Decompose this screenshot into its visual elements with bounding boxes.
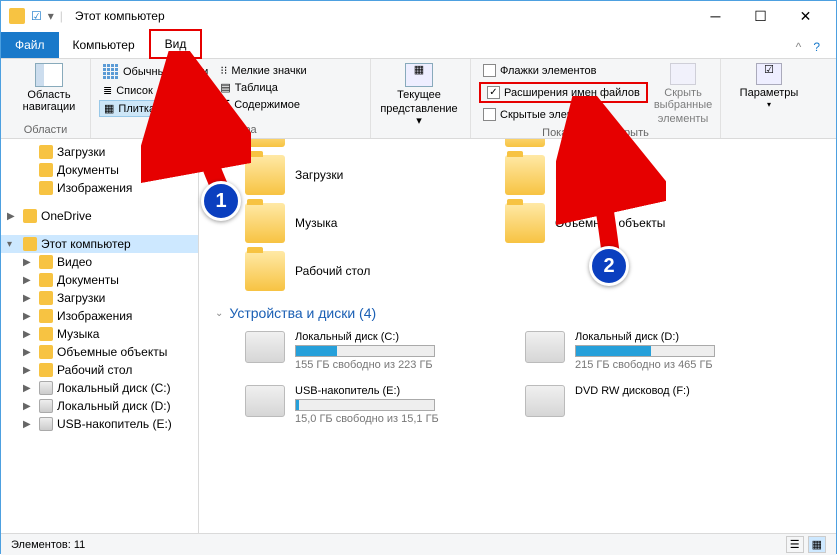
nav-item[interactable]: ▶Рабочий стол xyxy=(1,361,198,379)
checkbox-icon xyxy=(483,64,496,77)
navigation-pane-label: Область навигации xyxy=(9,89,89,113)
ribbon: Область навигации Области Обычные значки… xyxy=(1,59,836,139)
drive-icon xyxy=(245,331,285,363)
view-tiles-icon[interactable]: ▦ xyxy=(808,536,826,553)
nav-item[interactable]: ▶Изображения xyxy=(1,307,198,325)
pane-icon xyxy=(35,63,63,87)
minimize-button[interactable]: ─ xyxy=(693,1,738,31)
folder-icon xyxy=(245,203,285,243)
callout-2: 2 xyxy=(589,246,629,286)
checkbox-icon xyxy=(483,108,496,121)
drive-free-text: 155 ГБ свободно из 223 ГБ xyxy=(295,359,435,371)
drive-usage-bar xyxy=(575,345,715,357)
tab-file[interactable]: Файл xyxy=(1,32,59,58)
navigation-pane-button[interactable]: Область навигации xyxy=(9,63,89,113)
folder-label: Загрузки xyxy=(295,168,343,182)
drive-usage-bar xyxy=(295,345,435,357)
callout-1: 1 xyxy=(201,181,241,221)
window-title: Этот компьютер xyxy=(75,9,165,23)
hide-selected-icon xyxy=(670,63,696,85)
status-text: Элементов: 11 xyxy=(11,539,85,551)
nav-item[interactable]: ▶Объемные объекты xyxy=(1,343,198,361)
nav-item[interactable]: ▶USB-накопитель (E:) xyxy=(1,415,198,433)
nav-item[interactable]: ▾Этот компьютер xyxy=(1,235,198,253)
drive-name: DVD RW дисковод (F:) xyxy=(575,385,690,397)
checkbox-icon xyxy=(487,86,500,99)
checkbox-item-checkboxes[interactable]: Флажки элементов xyxy=(479,63,648,78)
explorer-icon xyxy=(9,8,25,24)
options-icon: ☑ xyxy=(756,63,782,85)
maximize-button[interactable]: ☐ xyxy=(738,1,783,31)
folder-label: Рабочий стол xyxy=(295,264,370,278)
folder-icon xyxy=(505,155,545,195)
list-icon: ≣ xyxy=(103,84,112,97)
folder-item[interactable]: Рабочий стол xyxy=(245,251,445,291)
qat-dropdown-icon[interactable]: ▾ xyxy=(48,9,54,23)
folder-label: Музыка xyxy=(295,216,337,230)
nav-item[interactable]: ▶Музыка xyxy=(1,325,198,343)
current-view-icon: ▦ xyxy=(405,63,433,87)
drive-item[interactable]: Локальный диск (C:) 155 ГБ свободно из 22… xyxy=(245,331,465,371)
drive-free-text: 215 ГБ свободно из 465 ГБ xyxy=(575,359,715,371)
nav-item[interactable]: ▶Загрузки xyxy=(1,289,198,307)
options-button[interactable]: ☑ Параметры ▾ xyxy=(729,63,809,110)
folder-icon xyxy=(505,139,545,147)
drive-name: USB-накопитель (E:) xyxy=(295,385,439,397)
drive-item[interactable]: Локальный диск (D:) 215 ГБ свободно из 46… xyxy=(525,331,745,371)
folder-icon xyxy=(245,139,285,147)
current-view-button[interactable]: ▦ Текущее представление ▾ xyxy=(379,63,459,127)
drive-usage-bar xyxy=(295,399,435,411)
ribbon-tabs: Файл Компьютер Вид ^ ? xyxy=(1,31,836,59)
drive-item[interactable]: USB-накопитель (E:) 15,0 ГБ свободно из 1… xyxy=(245,385,465,425)
folder-item[interactable]: Загрузки xyxy=(245,155,445,195)
nav-item[interactable]: ▶Локальный диск (D:) xyxy=(1,397,198,415)
ribbon-collapse-icon[interactable]: ^ xyxy=(790,36,808,58)
drive-free-text: 15,0 ГБ свободно из 15,1 ГБ xyxy=(295,413,439,425)
folder-item[interactable]: Музыка xyxy=(245,203,445,243)
drive-item[interactable]: DVD RW дисковод (F:) xyxy=(525,385,745,425)
qat-checkbox-icon[interactable]: ☑ xyxy=(31,9,42,23)
close-button[interactable]: ✕ xyxy=(783,1,828,31)
tab-computer[interactable]: Компьютер xyxy=(59,32,149,58)
nav-item[interactable]: ▶Локальный диск (C:) xyxy=(1,379,198,397)
folder-icon xyxy=(245,251,285,291)
drive-icon xyxy=(525,331,565,363)
drive-name: Локальный диск (C:) xyxy=(295,331,435,343)
drive-icon xyxy=(525,385,565,417)
nav-item[interactable]: ▶Документы xyxy=(1,271,198,289)
main-area[interactable]: ЗагрузкиИзображенияМузыкаОбъемные объект… xyxy=(199,139,836,533)
devices-header[interactable]: ⌄Устройства и диски (4) xyxy=(215,305,820,321)
drive-icon xyxy=(245,385,285,417)
statusbar: Элементов: 11 ☰ ▦ xyxy=(1,533,836,555)
titlebar: ☑ ▾ | Этот компьютер ─ ☐ ✕ xyxy=(1,1,836,31)
folder-icon xyxy=(245,155,285,195)
tile-icon: ▦ xyxy=(104,102,114,115)
nav-item[interactable]: ▶Видео xyxy=(1,253,198,271)
folder-icon xyxy=(505,203,545,243)
view-details-icon[interactable]: ☰ xyxy=(786,536,804,553)
help-icon[interactable]: ? xyxy=(807,36,826,58)
drive-name: Локальный диск (D:) xyxy=(575,331,715,343)
group-panes-label: Области xyxy=(9,124,82,136)
nav-item[interactable]: ▶OneDrive xyxy=(1,207,198,225)
